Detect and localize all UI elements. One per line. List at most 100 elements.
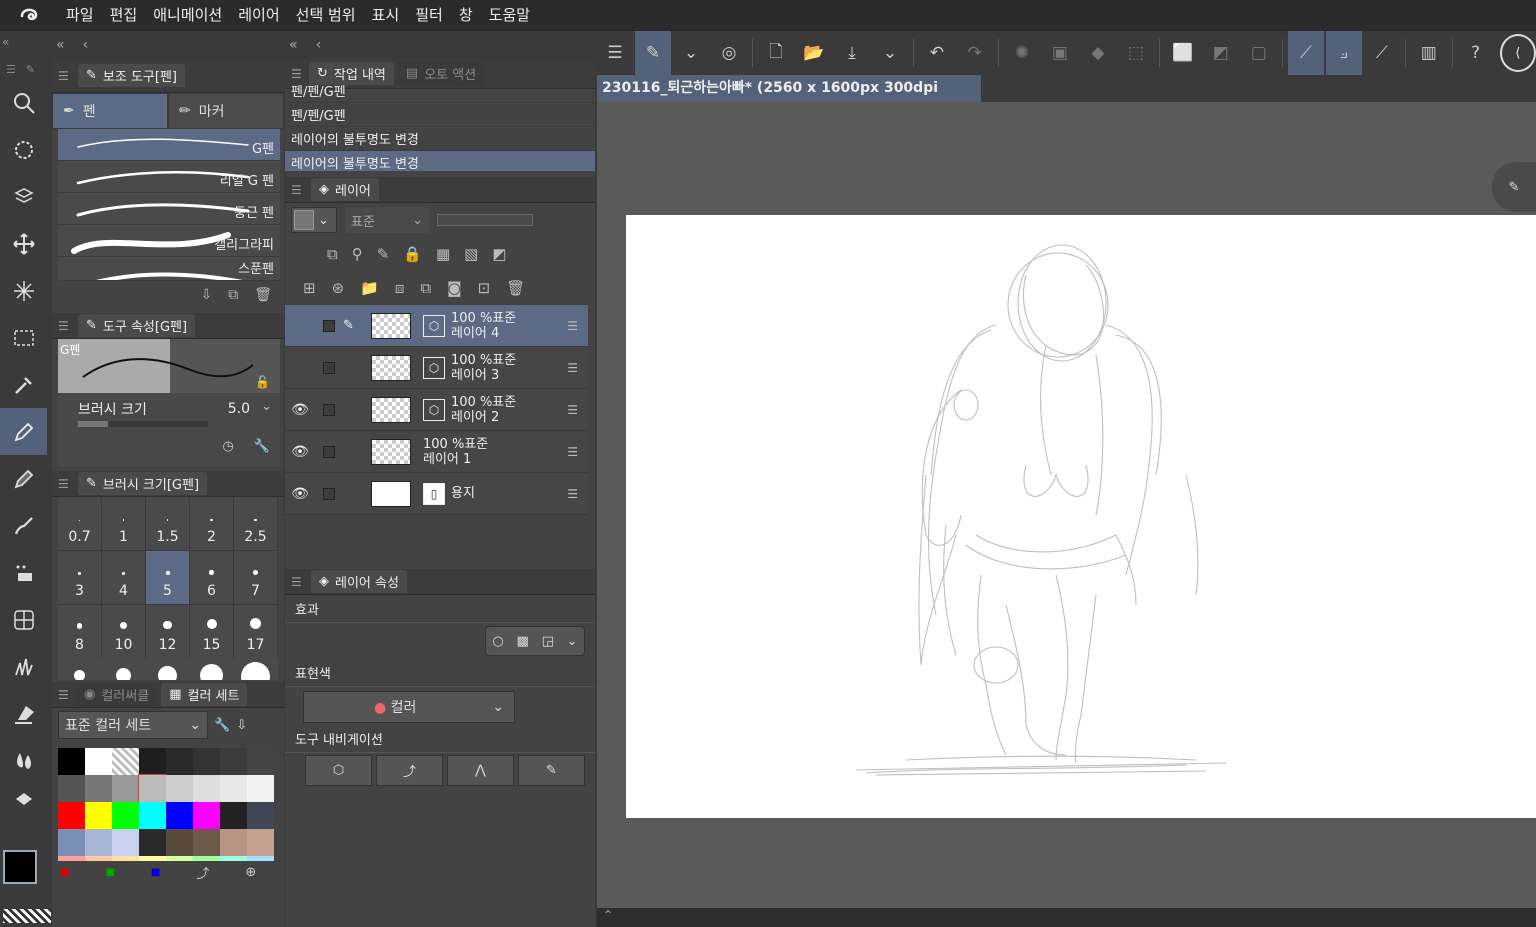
panel-menu-icon[interactable]: ☰ [6, 63, 16, 76]
eyedropper-icon[interactable] [0, 361, 47, 408]
selection-tool-icon[interactable] [0, 314, 47, 361]
companion-icon[interactable]: ◎ [711, 31, 747, 75]
brush-size-option[interactable]: 1.5 [146, 497, 189, 550]
tab-auto-action[interactable]: ▤ 오토 액션 [397, 62, 485, 85]
color-swatch[interactable] [85, 802, 112, 829]
color-swatch[interactable] [58, 775, 85, 802]
transform-icon[interactable]: ⬚ [1118, 31, 1154, 75]
subtool-group-marker[interactable]: ✏ 마커 [168, 93, 284, 129]
visibility-eye-icon[interactable]: 👁 [285, 486, 315, 502]
panel-toggle-icon[interactable]: ⟨ [1499, 34, 1536, 72]
snap-ruler-icon[interactable]: ⟋ [1287, 31, 1324, 75]
copy-layer-icon[interactable]: ⧉ [420, 279, 431, 297]
auto-select-icon[interactable] [0, 267, 47, 314]
color-swatch[interactable] [139, 856, 166, 861]
panel-menu-icon[interactable]: ☰ [58, 69, 72, 83]
back-icon[interactable]: ‹ [83, 37, 89, 53]
draft-icon[interactable]: ✎ [377, 245, 390, 263]
import-icon[interactable]: ⇩ [236, 718, 247, 733]
vector-eraser-nav-button[interactable]: ✎ [518, 755, 585, 786]
tab-layer[interactable]: ◈ 레이어 [311, 178, 379, 201]
color-swatch[interactable] [58, 748, 85, 775]
brush-size-option[interactable]: 3 [58, 551, 101, 604]
layer-select-checkbox[interactable] [323, 445, 335, 458]
dial-icon[interactable]: ◷ [222, 439, 233, 467]
device-icon[interactable]: ▥ [1411, 31, 1447, 75]
color-swatch[interactable] [220, 802, 247, 829]
brush-size-option[interactable]: 2.5 [234, 497, 277, 550]
expression-color-select[interactable]: ● 컬러 ⌄ [303, 691, 515, 723]
brush-size-option[interactable]: 10 [102, 605, 145, 658]
decoration-tool-icon[interactable] [0, 596, 47, 643]
new-vector-layer-icon[interactable]: ⊛ [332, 279, 345, 297]
create-mask-icon[interactable]: ◙ [447, 279, 462, 297]
menu-item-2[interactable]: 애니메이션 [145, 0, 230, 31]
blend-mode-select[interactable]: 표준 ⌄ [345, 207, 429, 233]
swatch-replace-icon[interactable]: ⤴ [196, 863, 209, 882]
collapse-icon[interactable]: « [0, 31, 52, 59]
color-swatch[interactable] [112, 802, 139, 829]
import-icon[interactable]: ⇩ [200, 287, 212, 309]
back-icon[interactable]: ‹ [316, 37, 322, 53]
document-tab[interactable]: 230116_퇴근하는아빠* (2560 x 1600px 300dpi 62.… [597, 75, 981, 123]
wrench-icon[interactable]: 🔧 [214, 718, 230, 733]
panel-menu-icon[interactable]: ☰ [291, 183, 305, 197]
swatch-add-icon[interactable]: ⊕ [245, 865, 256, 880]
menu-item-0[interactable]: 파일 [58, 0, 102, 31]
visibility-eye-icon[interactable]: 👁 [285, 444, 315, 460]
color-swatch[interactable] [58, 802, 85, 829]
history-item[interactable]: 레이어의 불투명도 변경 [285, 151, 595, 171]
panel-menu-icon[interactable]: ☰ [58, 319, 72, 333]
menu-item-1[interactable]: 편집 [102, 0, 146, 31]
invert-selection-icon[interactable]: ◩ [1203, 31, 1239, 75]
layer-select-checkbox[interactable] [323, 361, 335, 374]
brush-size-option[interactable]: 7 [234, 551, 277, 604]
menu-item-8[interactable]: 도움말 [481, 0, 538, 31]
color-swatch[interactable] [112, 775, 139, 802]
green-swatch-icon[interactable]: ■ [105, 867, 114, 878]
brush-size-option[interactable]: 8 [58, 605, 101, 658]
color-swatch[interactable] [85, 748, 112, 775]
color-swatch[interactable] [166, 802, 193, 829]
color-swatch[interactable] [247, 748, 274, 775]
rotate-tool-icon[interactable] [0, 126, 47, 173]
color-swatch[interactable] [166, 748, 193, 775]
new-folder-icon[interactable]: 📁 [360, 279, 379, 297]
layer-select-checkbox[interactable] [323, 403, 335, 416]
fill-tool-icon[interactable] [0, 784, 47, 814]
trash-icon[interactable]: 🗑 [506, 279, 525, 297]
grass-brush-icon[interactable] [0, 643, 47, 690]
color-swatch[interactable] [193, 802, 220, 829]
clip-icon[interactable]: ⧉ [327, 245, 338, 263]
panel-menu-icon[interactable]: ☰ [291, 67, 305, 81]
wrench-icon[interactable]: 🔧 [254, 439, 270, 467]
color-swatch[interactable] [193, 748, 220, 775]
layer-menu-icon[interactable]: ☰ [567, 445, 578, 459]
brush-size-option[interactable]: 5 [146, 551, 189, 604]
history-item[interactable]: 펜/펜/G펜 [285, 103, 595, 127]
tab-color-wheel[interactable]: ◉ 컬러써클 [76, 683, 158, 706]
color-swatch[interactable] [220, 856, 247, 861]
brush-size-option[interactable]: 0.7 [58, 497, 101, 550]
brush-size-option[interactable]: 12 [146, 605, 189, 658]
menu-item-3[interactable]: 레이어 [230, 0, 287, 31]
canvas-paper[interactable] [626, 215, 1536, 818]
object-nav-button[interactable]: ⬡ [305, 755, 372, 786]
color-swatch[interactable] [193, 775, 220, 802]
brush-tool-icon[interactable] [0, 502, 47, 549]
move-tool-icon[interactable] [0, 220, 47, 267]
layer-color-select[interactable]: ⌄ [291, 207, 337, 233]
layer-select-checkbox[interactable] [323, 319, 335, 332]
brush-size-option[interactable]: 6 [190, 551, 233, 604]
brush-size-value[interactable]: 5.0 [228, 401, 250, 417]
brush-size-option[interactable]: 15 [190, 605, 233, 658]
app-logo-icon[interactable] [0, 0, 58, 31]
snap-grid-icon[interactable]: ⟋ [1364, 31, 1400, 75]
trash-icon[interactable]: 🗑 [254, 287, 272, 309]
airbrush-tool-icon[interactable] [0, 549, 47, 596]
brush-item[interactable]: 스푼펜 [58, 257, 280, 281]
chevron-down-icon[interactable]: ⌄ [872, 31, 908, 75]
lock-icon[interactable]: 🔒 [403, 245, 422, 263]
red-swatch-icon[interactable]: ■ [60, 867, 69, 878]
save-icon[interactable]: ⤓ [834, 31, 870, 75]
